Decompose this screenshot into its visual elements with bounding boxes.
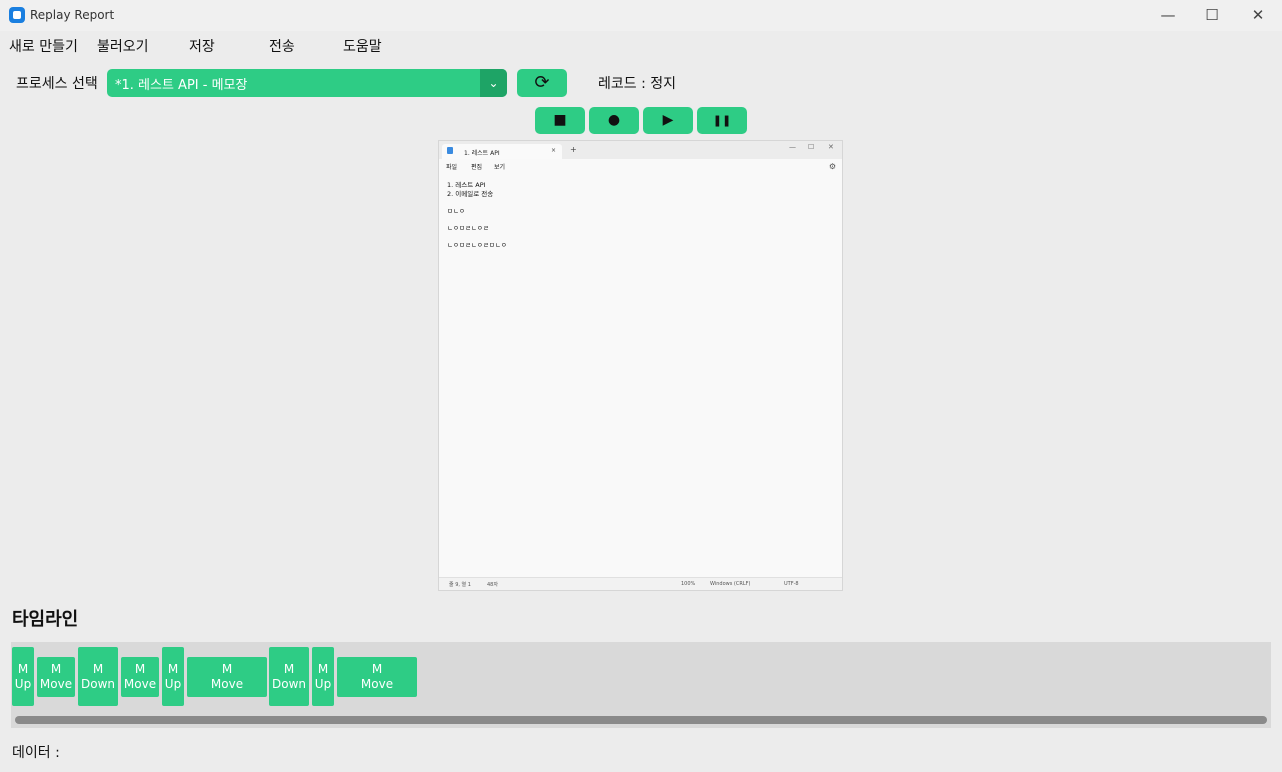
event-type: M — [50, 662, 62, 676]
tab-close-icon: × — [550, 147, 556, 154]
notepad-menu-file: 파일 — [446, 164, 458, 171]
status-zoom: 100% — [681, 581, 696, 587]
window-title: Replay Report — [30, 8, 115, 22]
record-button[interactable]: ● — [589, 107, 639, 134]
menu-help[interactable]: 도움말 — [343, 36, 382, 56]
gear-icon: ⚙ — [828, 162, 836, 171]
play-icon: ▶ — [662, 112, 674, 128]
notepad-line: 2. 이메일로 전송 — [447, 189, 494, 198]
stop-button[interactable]: ■ — [535, 107, 585, 134]
new-tab-icon: + — [570, 145, 577, 154]
maximize-button[interactable]: ☐ — [1189, 0, 1235, 31]
event-type: M — [167, 661, 179, 676]
notepad-line: ㄴㅇㅁㄹㄴㅇㄹㅁㄴㅇ — [447, 240, 507, 249]
process-selected-value: *1. 레스트 API - 메모장 — [115, 78, 248, 93]
event-type: M — [221, 662, 233, 676]
close-button[interactable]: ✕ — [1235, 0, 1281, 31]
event-type: M — [17, 661, 29, 676]
status-chars: 48자 — [487, 582, 498, 588]
refresh-button[interactable]: ⟳ — [517, 69, 567, 97]
process-select[interactable]: *1. 레스트 API - 메모장 ⌄ — [107, 69, 507, 97]
status-position: 줄 9, 열 1 — [449, 582, 471, 588]
event-type: M — [283, 661, 295, 676]
notepad-tab-title: 1. 레스트 API — [464, 150, 500, 157]
notepad-menu: 파일 편집 보기 ⚙ — [439, 160, 842, 172]
menu-new[interactable]: 새로 만들기 — [9, 36, 78, 56]
event-type: M — [371, 662, 383, 676]
notepad-maximize-icon: ☐ — [808, 143, 815, 151]
event-action: Down — [80, 676, 115, 691]
capture-preview: 1. 레스트 API × + — ☐ ✕ 파일 편집 보기 ⚙ 1. 레스트 A… — [438, 140, 843, 591]
status-eol: Windows (CRLF) — [710, 581, 751, 587]
timeline-event[interactable]: M Move — [187, 657, 267, 697]
record-status: 레코드 : 정지 — [598, 76, 677, 92]
timeline-track: M Up M Move M Down M Move M Up M Move M … — [11, 642, 1271, 728]
minimize-button[interactable]: — — [1145, 0, 1191, 31]
notepad-tab: 1. 레스트 API × — [442, 144, 562, 159]
notepad-line: 1. 레스트 API — [447, 181, 486, 189]
event-action: Up — [14, 676, 32, 691]
menu-bar: 새로 만들기 불러오기 저장 전송 도움말 — [0, 32, 1282, 56]
title-bar: Replay Report — ☐ ✕ — [0, 0, 1282, 31]
timeline-scrollbar[interactable] — [15, 716, 1267, 724]
app-icon — [9, 7, 25, 23]
timeline-title: 타임라인 — [12, 609, 79, 630]
notepad-minimize-icon: — — [789, 143, 796, 151]
timeline-event[interactable]: M Up — [312, 647, 334, 706]
menu-save[interactable]: 저장 — [189, 36, 215, 56]
timeline-event[interactable]: M Move — [37, 657, 75, 697]
status-encoding: UTF-8 — [784, 581, 799, 587]
notepad-close-icon: ✕ — [828, 143, 834, 151]
timeline-event[interactable]: M Up — [162, 647, 184, 706]
event-action: Up — [314, 676, 332, 691]
notepad-line: ㅁㄴㅇ — [447, 206, 465, 215]
pause-button[interactable]: ❚❚ — [697, 107, 747, 134]
menu-open[interactable]: 불러오기 — [97, 36, 149, 56]
event-type: M — [92, 661, 104, 676]
timeline-event[interactable]: M Move — [121, 657, 159, 697]
pause-icon: ❚❚ — [712, 114, 732, 127]
chevron-down-icon[interactable]: ⌄ — [480, 69, 507, 97]
notepad-status-bar: 줄 9, 열 1 48자 100% Windows (CRLF) UTF-8 — [439, 577, 842, 590]
timeline-event[interactable]: M Down — [78, 647, 118, 706]
event-action: Move — [210, 677, 244, 691]
event-action: Move — [123, 677, 157, 691]
timeline-event[interactable]: M Move — [337, 657, 417, 697]
event-action: Move — [39, 677, 73, 691]
notepad-icon — [447, 147, 453, 154]
refresh-icon: ⟳ — [534, 72, 550, 93]
timeline-event[interactable]: M Up — [12, 647, 34, 706]
menu-send[interactable]: 전송 — [269, 36, 295, 56]
event-type: M — [317, 661, 329, 676]
record-icon: ● — [607, 112, 621, 128]
timeline-event[interactable]: M Down — [269, 647, 309, 706]
event-type: M — [134, 662, 146, 676]
data-label: 데이터 : — [12, 745, 60, 761]
play-button[interactable]: ▶ — [643, 107, 693, 134]
stop-icon: ■ — [553, 112, 567, 128]
event-action: Down — [271, 676, 306, 691]
notepad-menu-view: 보기 — [494, 164, 506, 171]
process-label: 프로세스 선택 — [16, 76, 98, 92]
event-action: Up — [164, 676, 182, 691]
event-action: Move — [360, 677, 394, 691]
notepad-line: ㄴㅇㅁㄹㄴㅇㄹ — [447, 223, 489, 232]
notepad-menu-edit: 편집 — [471, 164, 483, 171]
notepad-tab-strip: 1. 레스트 API × + — ☐ ✕ — [439, 141, 842, 159]
